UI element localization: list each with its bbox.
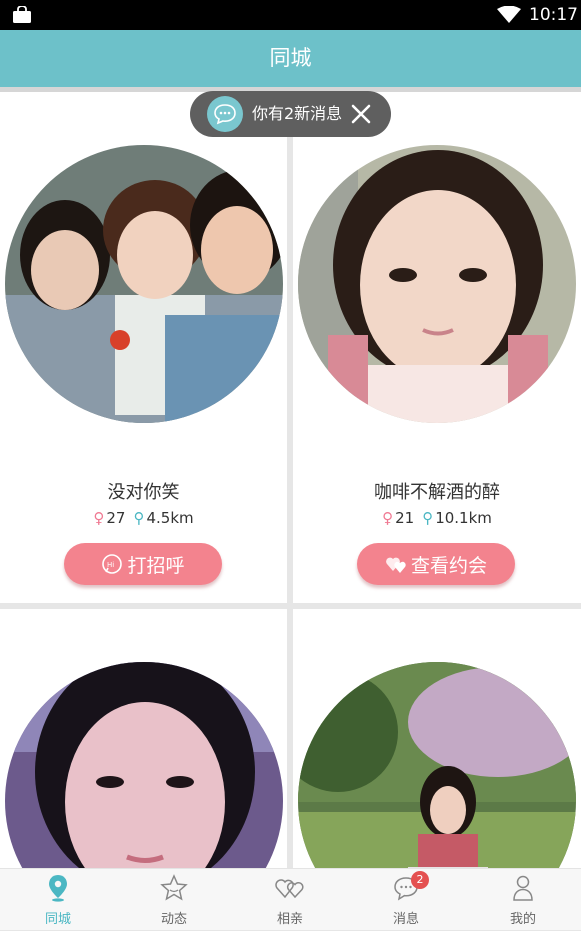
profile-meta-1: ♀ 27 ⚲ 4.5km bbox=[0, 509, 287, 527]
tab-label: 我的 bbox=[509, 912, 536, 927]
app-header: 同城 bbox=[0, 30, 581, 87]
tab-matchmaking[interactable]: 相亲 bbox=[250, 869, 330, 931]
new-message-toast[interactable]: 你有2新消息 bbox=[190, 91, 391, 137]
greeting-bubble-icon: Hi bbox=[102, 554, 123, 574]
location-pin-icon: ⚲ bbox=[133, 509, 145, 527]
toast-message[interactable]: 你有2新消息 bbox=[252, 91, 342, 137]
location-pin-icon bbox=[49, 875, 67, 902]
profile-photo-2[interactable] bbox=[298, 145, 576, 423]
profile-age-1: 27 bbox=[106, 509, 126, 527]
profile-card-2[interactable]: 咖啡不解酒的醉 ♀ 21 ⚲ 10.1km 查看约会 bbox=[293, 92, 581, 603]
tab-label: 同城 bbox=[44, 912, 71, 927]
tab-label: 动态 bbox=[160, 912, 187, 927]
page-title: 同城 bbox=[269, 46, 312, 70]
svg-text:Hi: Hi bbox=[107, 561, 114, 569]
tab-messages[interactable]: 2 消息 bbox=[366, 869, 446, 931]
tab-label: 相亲 bbox=[276, 912, 303, 927]
star-icon bbox=[160, 874, 188, 901]
location-pin-icon: ⚲ bbox=[422, 509, 434, 527]
status-time: 10:17 bbox=[529, 5, 578, 25]
profile-card-4[interactable] bbox=[293, 609, 581, 868]
tab-moments[interactable]: 动态 bbox=[134, 869, 214, 931]
person-icon bbox=[513, 875, 533, 901]
tab-profile[interactable]: 我的 bbox=[483, 869, 563, 931]
profile-photo-3[interactable] bbox=[5, 662, 283, 868]
profile-age-2: 21 bbox=[395, 509, 415, 527]
status-bar: 10:17 bbox=[0, 0, 581, 30]
notification-bag-icon bbox=[13, 6, 31, 23]
profile-name-2: 咖啡不解酒的醉 bbox=[374, 482, 500, 503]
say-hello-label: 打招呼 bbox=[127, 554, 185, 577]
profile-name-1: 没对你笑 bbox=[107, 482, 180, 503]
profile-card-3[interactable] bbox=[0, 609, 287, 868]
profile-distance-2: 10.1km bbox=[435, 509, 492, 527]
tab-label: 消息 bbox=[392, 912, 419, 927]
tab-nearby[interactable]: 同城 bbox=[18, 869, 98, 931]
profile-meta-2: ♀ 21 ⚲ 10.1km bbox=[293, 509, 581, 527]
view-dates-label: 查看约会 bbox=[410, 554, 487, 577]
profile-photo-1[interactable] bbox=[5, 145, 283, 423]
profile-photo-4[interactable] bbox=[298, 662, 576, 868]
wifi-icon bbox=[497, 6, 521, 23]
hearts-icon bbox=[386, 557, 406, 573]
close-icon[interactable] bbox=[350, 103, 372, 125]
view-dates-button[interactable]: 查看约会 bbox=[357, 543, 515, 585]
chat-bubble-icon bbox=[207, 96, 243, 132]
two-hearts-icon bbox=[275, 879, 304, 899]
female-icon: ♀ bbox=[93, 509, 105, 527]
female-icon: ♀ bbox=[382, 509, 394, 527]
say-hello-button[interactable]: Hi 打招呼 bbox=[64, 543, 222, 585]
unread-badge: 2 bbox=[411, 871, 429, 889]
bottom-tab-bar: 同城 动态 相亲 2 消息 我的 bbox=[0, 868, 581, 930]
profile-distance-1: 4.5km bbox=[146, 509, 194, 527]
profile-card-1[interactable]: 没对你笑 ♀ 27 ⚲ 4.5km Hi 打招呼 bbox=[0, 92, 287, 603]
